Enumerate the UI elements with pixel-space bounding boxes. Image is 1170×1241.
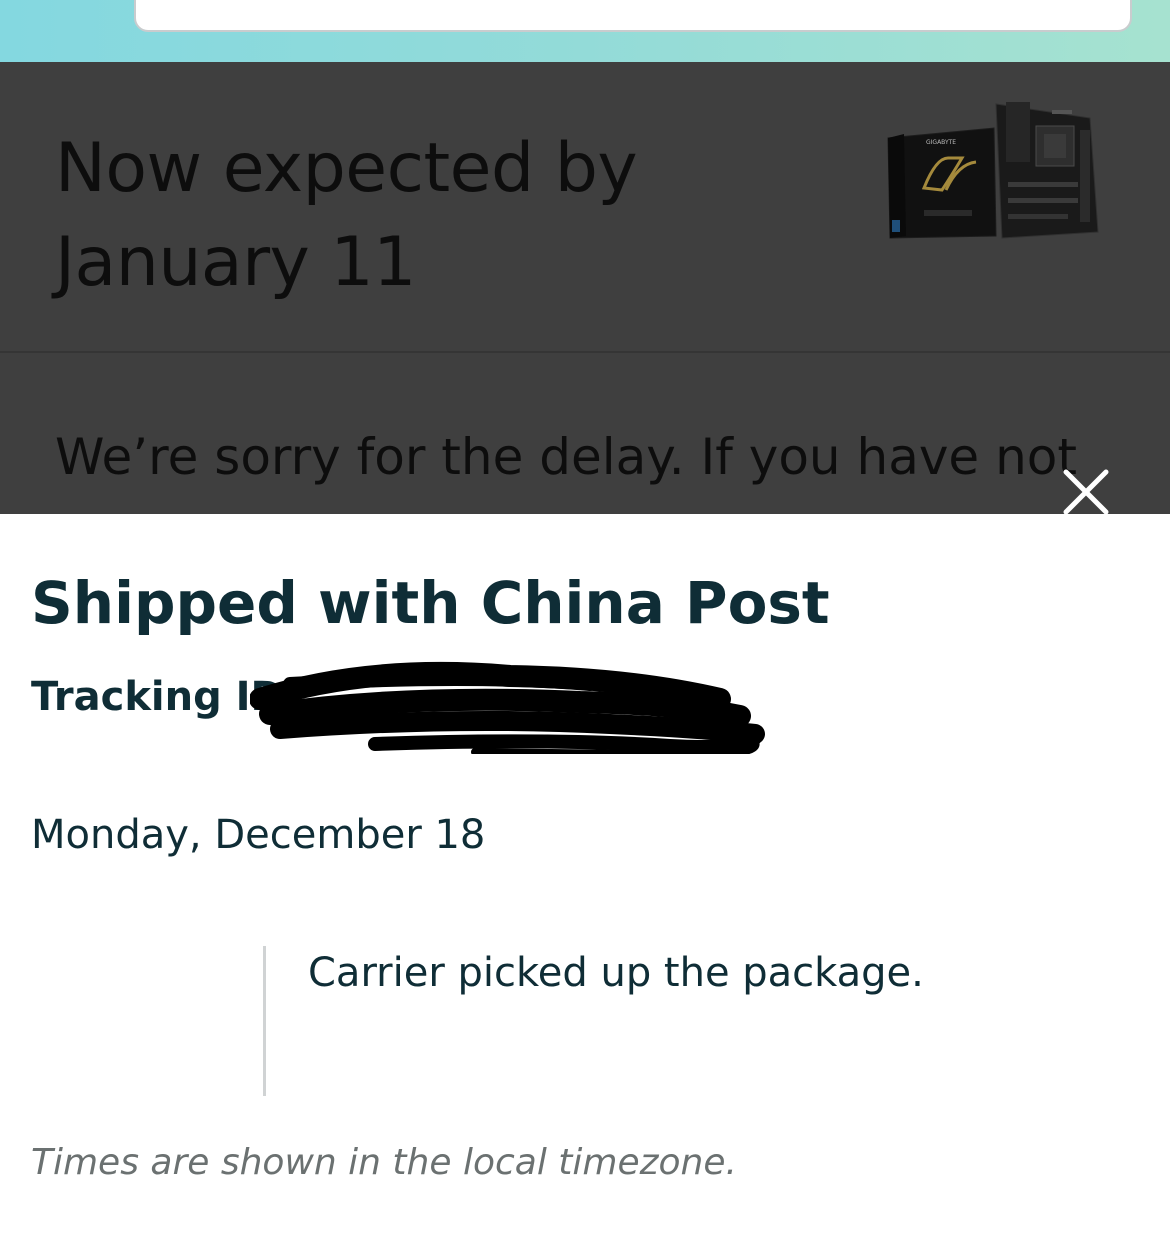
close-icon[interactable]	[1060, 466, 1112, 514]
carrier-title: Shipped with China Post	[31, 569, 830, 637]
timeline-event: Carrier picked up the package.	[308, 950, 924, 996]
section-divider	[0, 351, 1170, 353]
tracking-sheet: Shipped with China Post Tracking ID: Mon…	[0, 514, 1170, 1241]
timeline-connector	[263, 946, 266, 1096]
delivery-estimate-line1: Now expected by	[55, 129, 638, 208]
apology-message: We’re sorry for the delay. If you have n…	[55, 428, 1077, 486]
timezone-note: Times are shown in the local timezone.	[31, 1142, 737, 1183]
event-date-heading: Monday, December 18	[31, 812, 486, 858]
delivery-estimate-date: January 11	[55, 223, 416, 302]
dimmed-overlay[interactable]: Now expected by January 11 GIGABYTE We’r…	[0, 62, 1170, 514]
header-bar	[0, 0, 1170, 62]
product-image: GIGABYTE	[887, 102, 1099, 239]
product-box-brand: GIGABYTE	[926, 139, 956, 146]
delivery-estimate: Now expected by January 11	[55, 122, 755, 310]
search-input[interactable]	[134, 0, 1132, 32]
redaction-scribble	[250, 661, 765, 754]
